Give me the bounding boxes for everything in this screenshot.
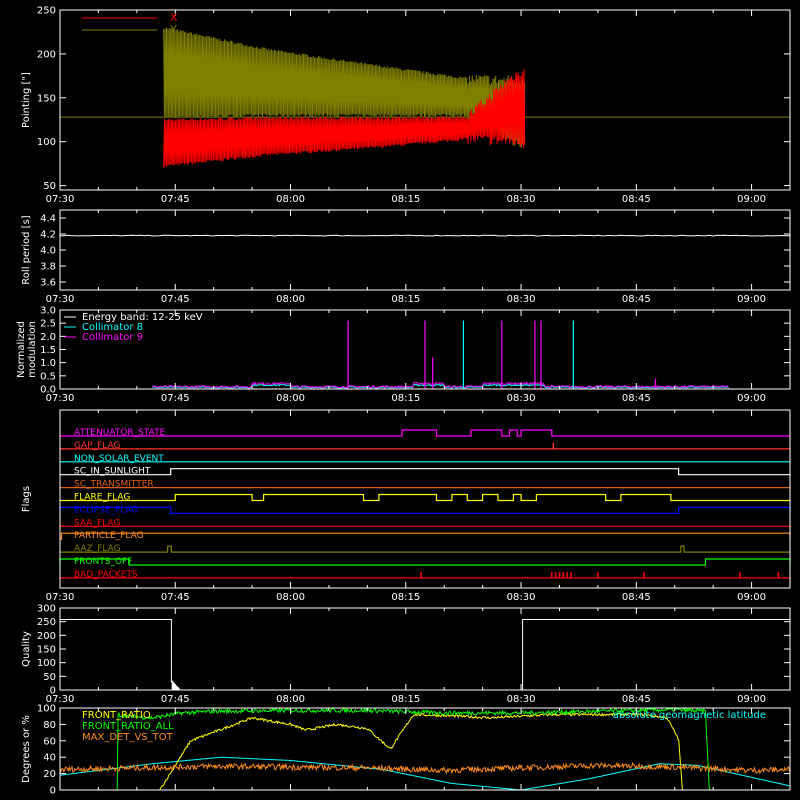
flag-label: PARTICLE_FLAG bbox=[74, 531, 144, 541]
y-tick-label: 2.0 bbox=[40, 332, 56, 343]
y-tick-label: 1.0 bbox=[40, 358, 56, 369]
y-tick-label: 250 bbox=[37, 617, 56, 628]
x-tick-label: 08:15 bbox=[391, 694, 420, 705]
x-tick-label: 08:45 bbox=[622, 393, 651, 404]
x-tick-label: 07:45 bbox=[161, 393, 190, 404]
legend-label: MAX_DET_VS_TOT bbox=[82, 732, 174, 743]
y-tick-label: 4.0 bbox=[40, 246, 56, 257]
y-tick-label: 1.5 bbox=[40, 345, 56, 356]
x-tick-label: 07:30 bbox=[46, 393, 75, 404]
x-tick-label: 08:00 bbox=[276, 694, 305, 705]
y-axis-label: Flags bbox=[21, 486, 32, 512]
x-tick-label: 08:15 bbox=[391, 393, 420, 404]
y-tick-label: 4.2 bbox=[40, 230, 56, 241]
flag-label: FRONTS_OFF bbox=[74, 557, 132, 567]
x-tick-label: 07:45 bbox=[161, 592, 190, 603]
flag-label: GAP_FLAG bbox=[74, 441, 120, 451]
legend-label: Collimator 9 bbox=[82, 332, 143, 343]
flag-label: BAD_PACKETS bbox=[74, 570, 138, 580]
x-tick-label: 08:00 bbox=[276, 592, 305, 603]
flag-label: AAZ_FLAG bbox=[74, 544, 121, 554]
y-axis-label: Roll period [s] bbox=[21, 215, 32, 284]
y-tick-label: 3.0 bbox=[40, 306, 56, 317]
y-tick-label: 20 bbox=[43, 769, 56, 780]
x-tick-label: 08:00 bbox=[276, 294, 305, 305]
y-axis-label: modulation bbox=[27, 321, 38, 378]
y-tick-label: 80 bbox=[43, 720, 56, 731]
y-tick-label: 200 bbox=[37, 49, 56, 60]
flag-label: SAA_FLAG bbox=[74, 518, 120, 528]
y-tick-label: 100 bbox=[37, 704, 56, 715]
diagnostics-figure: 50100150200250 XY07:30 07:45 08:00 08:15 08:3… bbox=[0, 0, 800, 800]
x-tick-label: 09:00 bbox=[737, 694, 766, 705]
legend-label: absolute geomagnetic latitude bbox=[613, 710, 766, 721]
x-tick-label: 08:15 bbox=[391, 592, 420, 603]
x-tick-label: 08:00 bbox=[276, 194, 305, 205]
y-tick-label: 40 bbox=[43, 753, 56, 764]
x-tick-label: 07:45 bbox=[161, 194, 190, 205]
x-tick-label: 08:30 bbox=[507, 294, 536, 305]
x-tick-label: 08:45 bbox=[622, 194, 651, 205]
flag-label: FLARE_FLAG bbox=[74, 493, 130, 503]
y-axis-label: Normalized bbox=[16, 321, 27, 378]
x-tick-label: 08:30 bbox=[507, 694, 536, 705]
y-tick-label: 0 bbox=[50, 786, 56, 797]
x-tick-label: 08:00 bbox=[276, 393, 305, 404]
x-tick-label: 09:00 bbox=[737, 592, 766, 603]
flag-label: ECLIPSE_FLAG bbox=[74, 505, 138, 515]
y-tick-label: 60 bbox=[43, 736, 56, 747]
y-tick-label: 3.6 bbox=[40, 278, 56, 289]
x-tick-label: 08:45 bbox=[622, 592, 651, 603]
y-tick-label: 100 bbox=[37, 137, 56, 148]
x-tick-label: 09:00 bbox=[737, 194, 766, 205]
x-tick-label: 08:45 bbox=[622, 294, 651, 305]
flag-label: SC_IN_SUNLIGHT bbox=[74, 467, 151, 477]
x-tick-label: 08:30 bbox=[507, 393, 536, 404]
x-tick-label: 08:45 bbox=[622, 694, 651, 705]
y-axis-label: Degrees or % bbox=[21, 715, 32, 783]
x-tick-label: 08:15 bbox=[391, 194, 420, 205]
y-tick-label: 250 bbox=[37, 6, 56, 17]
y-tick-label: 2.5 bbox=[40, 319, 56, 330]
legend-label: FRONT_RATIO bbox=[82, 710, 151, 721]
y-tick-label: 0.5 bbox=[40, 371, 56, 382]
x-tick-label: 07:30 bbox=[46, 592, 75, 603]
y-axis-label: Pointing ["] bbox=[21, 72, 32, 128]
flag-label: ATTENUATOR_STATE bbox=[74, 428, 166, 438]
x-tick-label: 07:30 bbox=[46, 194, 75, 205]
x-tick-label: 07:45 bbox=[161, 294, 190, 305]
legend-label: Y bbox=[169, 23, 177, 36]
x-tick-label: 09:00 bbox=[737, 393, 766, 404]
x-tick-label: 07:30 bbox=[46, 294, 75, 305]
x-tick-label: 08:30 bbox=[507, 194, 536, 205]
y-tick-label: 4.4 bbox=[40, 214, 56, 225]
x-tick-label: 07:45 bbox=[161, 694, 190, 705]
y-tick-label: 50 bbox=[43, 672, 56, 683]
x-tick-label: 08:30 bbox=[507, 592, 536, 603]
y-tick-label: 3.8 bbox=[40, 262, 56, 273]
y-tick-label: 150 bbox=[37, 645, 56, 656]
legend-label: FRONT_RATIO_ALL bbox=[82, 721, 174, 732]
y-axis-label: Quality bbox=[21, 631, 32, 667]
y-tick-label: 200 bbox=[37, 631, 56, 642]
y-tick-label: 100 bbox=[37, 658, 56, 669]
y-tick-label: 300 bbox=[37, 604, 56, 615]
flag-label: NON_SOLAR_EVENT bbox=[74, 454, 164, 464]
y-tick-label: 50 bbox=[43, 181, 56, 192]
y-tick-label: 150 bbox=[37, 93, 56, 104]
flag-label: SC_TRANSMITTER bbox=[74, 480, 154, 490]
x-tick-label: 08:15 bbox=[391, 294, 420, 305]
x-tick-label: 09:00 bbox=[737, 294, 766, 305]
